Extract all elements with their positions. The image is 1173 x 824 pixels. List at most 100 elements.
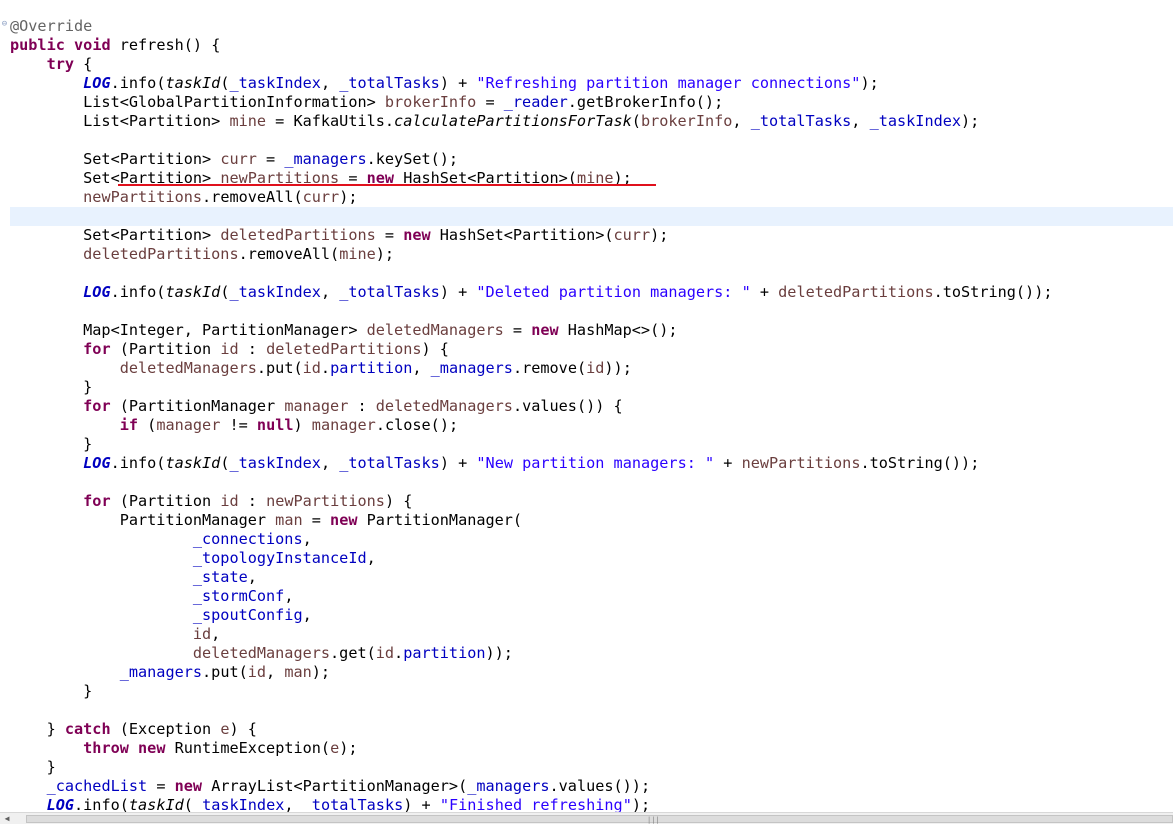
code-text: , [320, 74, 340, 92]
code-line[interactable] [10, 131, 1173, 150]
code-text: refresh() { [110, 36, 221, 54]
scrollbar-thumb[interactable]: ||| [26, 815, 1173, 824]
code-line[interactable]: deletedPartitions.removeAll(mine); [10, 245, 1173, 264]
code-line[interactable]: List<Partition> mine = KafkaUtils.calcul… [10, 112, 1173, 131]
code-line[interactable]: } [10, 378, 1173, 397]
code-text: )); [604, 359, 632, 377]
code-line[interactable] [10, 473, 1173, 492]
code-line[interactable]: Set<Partition> deletedPartitions = new H… [10, 226, 1173, 245]
code-line[interactable]: } [10, 758, 1173, 777]
local-variable: id [375, 644, 395, 662]
code-text: ( [220, 283, 230, 301]
code-text: ) + [439, 283, 477, 301]
code-line[interactable]: } catch (Exception e) { [10, 720, 1173, 739]
code-line[interactable]: throw new RuntimeException(e); [10, 739, 1173, 758]
code-line[interactable]: Set<Partition> curr = _managers.keySet()… [10, 150, 1173, 169]
code-line[interactable]: LOG.info(taskId(_taskIndex, _totalTasks)… [10, 74, 1173, 93]
code-text: + [714, 454, 742, 472]
code-text: = [256, 150, 285, 168]
horizontal-scrollbar[interactable]: ◀ ||| [0, 812, 1173, 824]
code-line[interactable]: id, [10, 625, 1173, 644]
code-text: , [320, 454, 340, 472]
code-text: ); [860, 74, 879, 92]
code-text: .toString()); [933, 283, 1053, 301]
code-line[interactable]: LOG.info(taskId(_taskIndex, _totalTasks)… [10, 454, 1173, 473]
code-line[interactable]: _spoutConfig, [10, 606, 1173, 625]
code-line[interactable]: LOG.info(taskId(_taskIndex, _totalTasks)… [10, 283, 1173, 302]
code-text: ); [311, 663, 331, 681]
code-text: ) { [421, 340, 449, 358]
code-text: .remove( [512, 359, 587, 377]
code-line[interactable]: _stormConf, [10, 587, 1173, 606]
code-text: { [74, 55, 93, 73]
code-line[interactable]: } [10, 682, 1173, 701]
code-line[interactable]: _connections, [10, 530, 1173, 549]
field-name: _totalTasks [750, 112, 852, 130]
code-line[interactable]: try { [10, 55, 1173, 74]
code-text: PartitionManager [10, 511, 276, 529]
code-text: PartitionManager( [357, 511, 523, 529]
code-line[interactable]: newPartitions.removeAll(curr); [10, 188, 1173, 207]
code-text: . [110, 74, 120, 92]
local-variable: deletedPartitions [266, 340, 422, 358]
keyword: if [119, 416, 139, 434]
code-line[interactable]: for (Partition id : newPartitions) { [10, 492, 1173, 511]
code-line[interactable]: _topologyInstanceId, [10, 549, 1173, 568]
local-variable: newPartitions [83, 188, 203, 206]
local-variable: deletedManagers [119, 359, 257, 377]
keyword: new [138, 739, 166, 757]
code-line[interactable]: for (PartitionManager manager : deletedM… [10, 397, 1173, 416]
string-literal: "Refreshing partition manager connection… [476, 74, 861, 92]
code-line[interactable]: Map<Integer, PartitionManager> deletedMa… [10, 321, 1173, 340]
code-text: .getBrokerInfo(); [567, 93, 724, 111]
left-arrow-icon[interactable]: ◀ [2, 814, 12, 824]
field-name: partition [403, 644, 486, 662]
code-text: info( [119, 74, 166, 92]
code-text: ); [650, 226, 669, 244]
code-text: } [10, 758, 56, 776]
code-text: (PartitionManager [110, 397, 285, 415]
code-text: , [211, 625, 221, 643]
code-line[interactable]: @Override [10, 17, 1173, 36]
code-line[interactable]: _managers.put(id, man); [10, 663, 1173, 682]
code-line[interactable] [10, 701, 1173, 720]
code-line[interactable]: _cachedList = new ArrayList<PartitionMan… [10, 777, 1173, 796]
code-line[interactable]: if (manager != null) manager.close(); [10, 416, 1173, 435]
code-area[interactable]: @Override public void refresh() { try { L… [10, 17, 1173, 815]
field-name: _totalTasks [339, 74, 440, 92]
local-variable: id [220, 492, 239, 510]
local-variable: mine [229, 112, 267, 130]
code-text: List<Partition> [10, 112, 230, 130]
code-line[interactable]: public void refresh() { [10, 36, 1173, 55]
code-line[interactable]: deletedManagers.get(id.partition)); [10, 644, 1173, 663]
local-variable: man [284, 663, 312, 681]
code-text: .get( [330, 644, 376, 662]
keyword: try [46, 55, 75, 73]
code-line[interactable]: _state, [10, 568, 1173, 587]
code-text: ); [375, 245, 395, 263]
code-text: , [266, 663, 285, 681]
code-text: = [147, 777, 175, 795]
field-name: _managers [430, 359, 513, 377]
local-variable: newPartitions [266, 492, 385, 510]
code-line[interactable] [10, 302, 1173, 321]
code-line[interactable]: } [10, 435, 1173, 454]
code-line[interactable] [10, 207, 1173, 226]
code-line[interactable]: deletedManagers.put(id.partition, _manag… [10, 359, 1173, 378]
code-text: Map<Integer, PartitionManager> [10, 321, 367, 339]
code-line[interactable]: PartitionManager man = new PartitionMana… [10, 511, 1173, 530]
code-line[interactable]: List<GlobalPartitionInformation> brokerI… [10, 93, 1173, 112]
collapse-minus-icon[interactable]: ⊖ [0, 20, 9, 29]
code-editor[interactable]: ⊖ @Override public void refresh() { try {… [0, 0, 1173, 815]
code-text: HashMap<>(); [558, 321, 678, 339]
code-line[interactable] [10, 264, 1173, 283]
code-line[interactable]: for (Partition id : deletedPartitions) { [10, 340, 1173, 359]
code-text: .put( [256, 359, 303, 377]
